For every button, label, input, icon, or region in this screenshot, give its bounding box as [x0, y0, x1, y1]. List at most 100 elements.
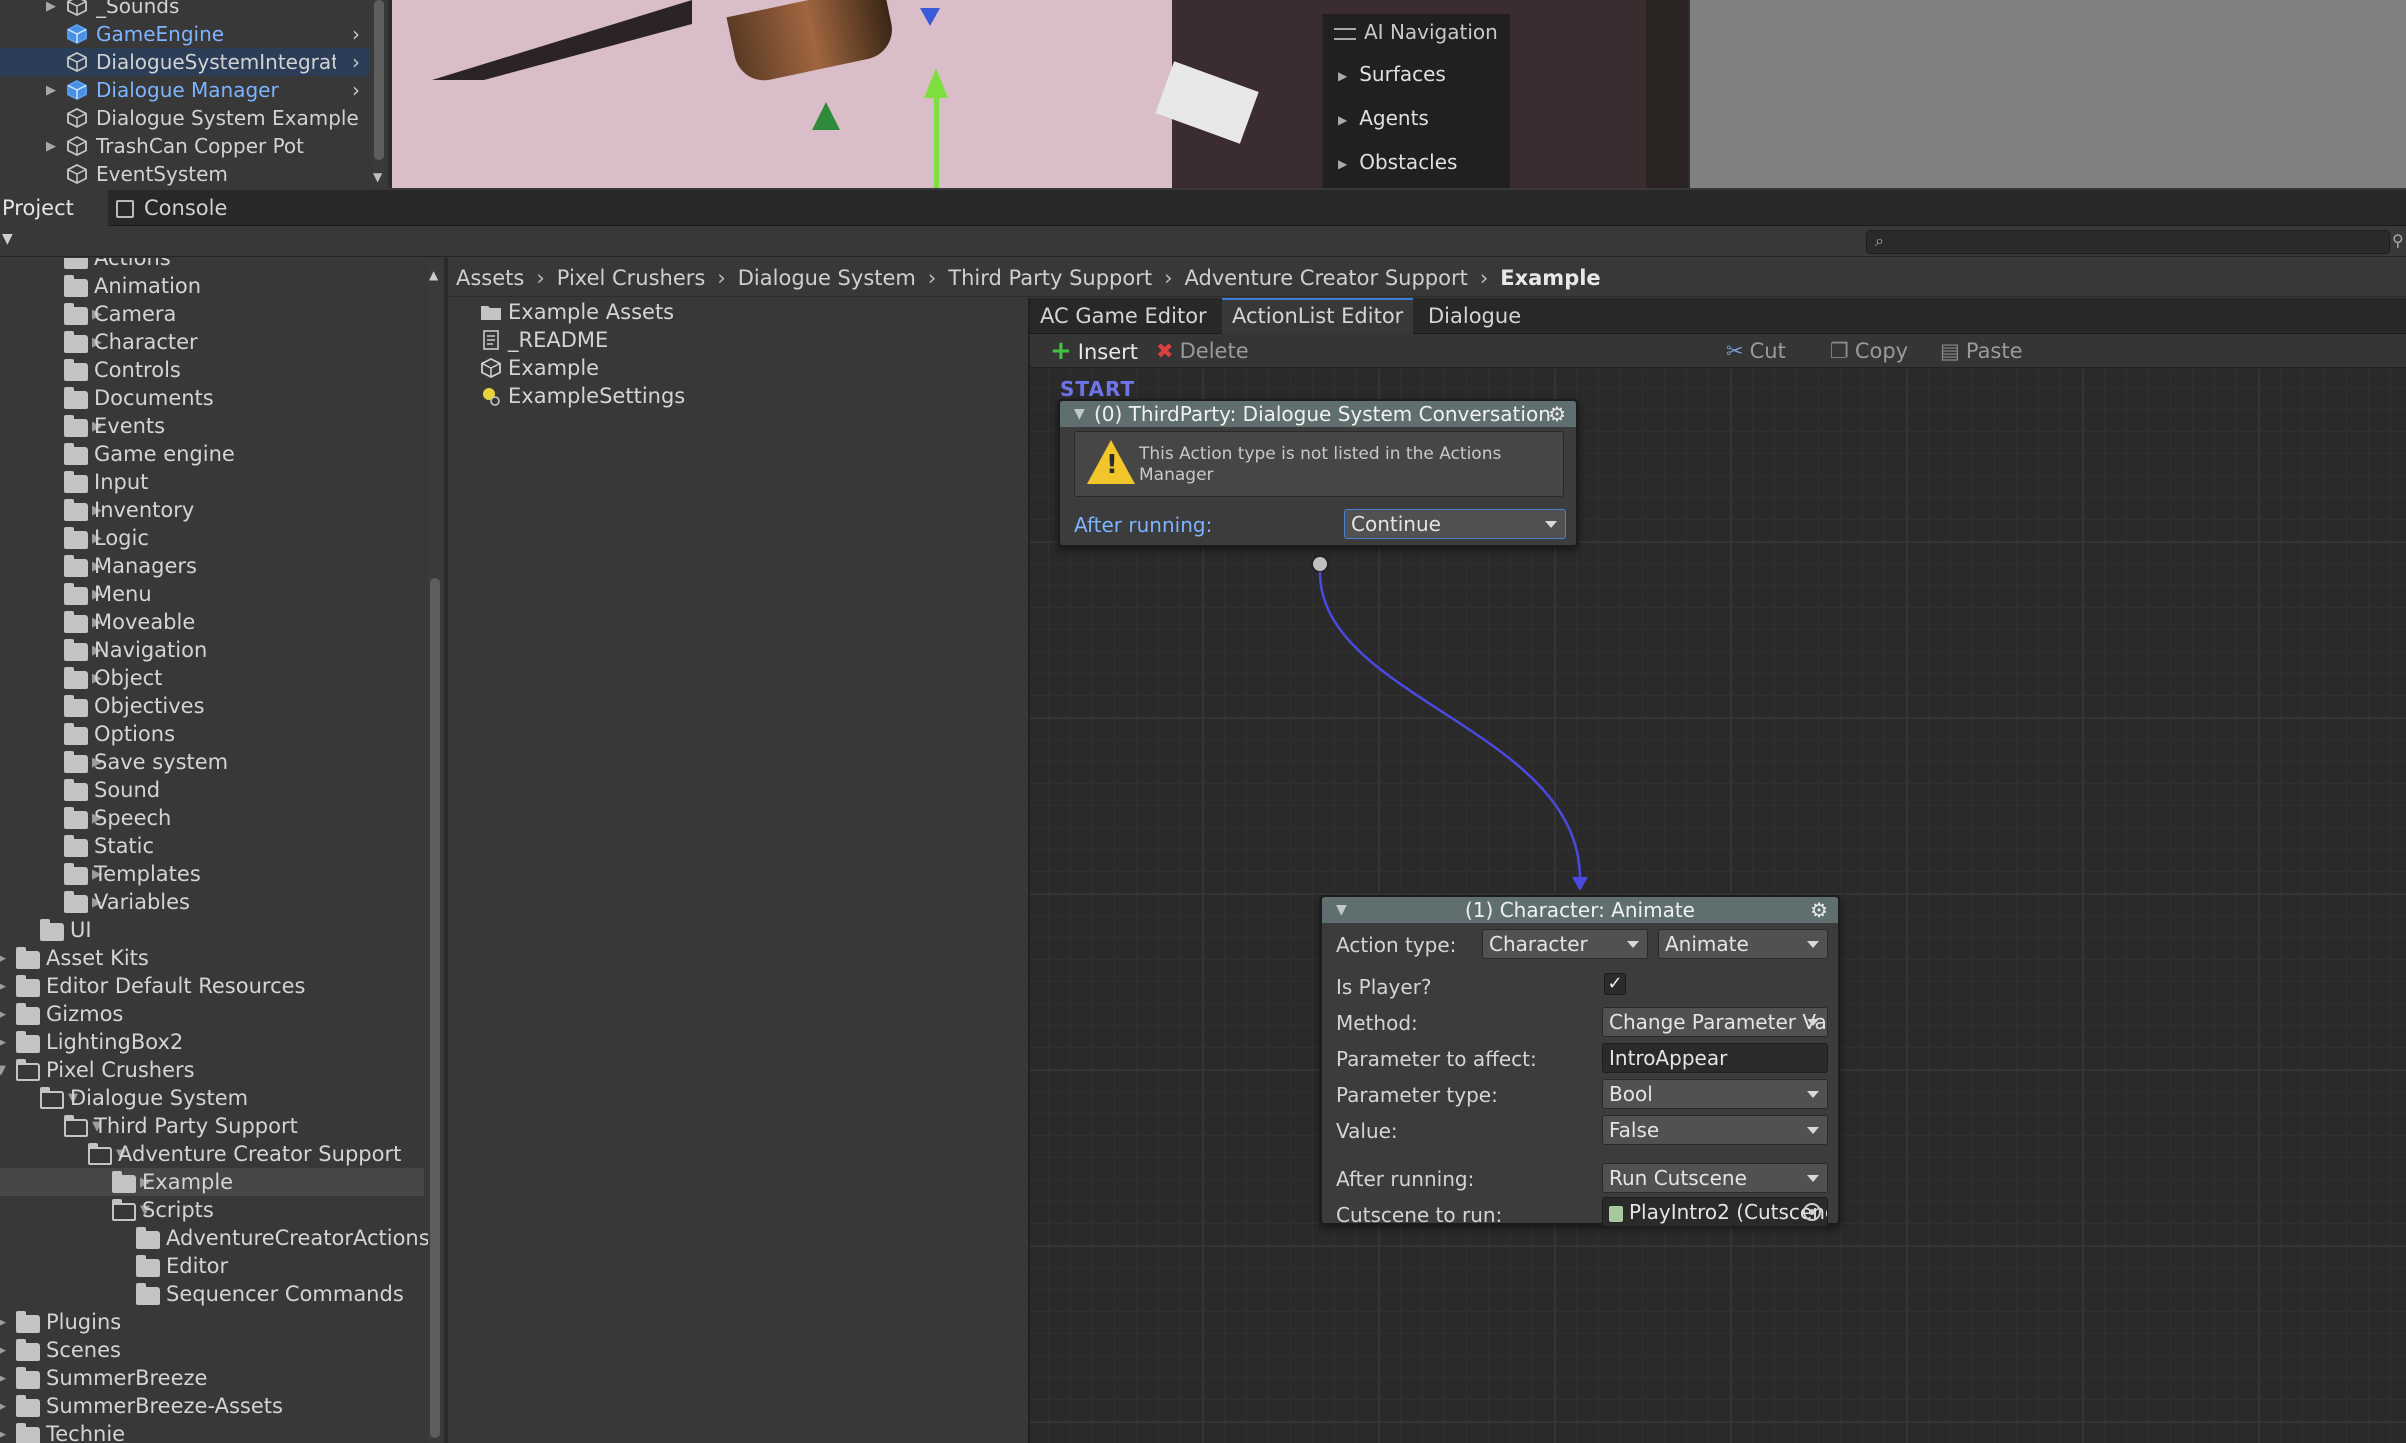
- folder-item[interactable]: ▶ Menu: [0, 580, 424, 608]
- tab-ac-game-editor[interactable]: AC Game Editor: [1030, 298, 1217, 334]
- hierarchy-scrollbar[interactable]: ▼: [372, 0, 386, 188]
- folder-item[interactable]: ▼ Scripts: [0, 1196, 424, 1224]
- move-gizmo-y-arrow-icon[interactable]: [924, 68, 948, 98]
- action-node-1[interactable]: ▼ (1) Character: Animate ⚙ Action type: …: [1320, 895, 1840, 1227]
- folder-item[interactable]: ▶ Templates: [0, 860, 424, 888]
- expand-arrow-icon[interactable]: ▶: [0, 1399, 6, 1414]
- node-link[interactable]: [1318, 571, 1582, 880]
- folder-item[interactable]: ▶ Asset Kits: [0, 944, 424, 972]
- folder-item[interactable]: ▶ Managers: [0, 552, 424, 580]
- folder-item[interactable]: Editor: [0, 1252, 424, 1280]
- folder-item[interactable]: ▶ Navigation: [0, 636, 424, 664]
- action-node-0[interactable]: ▼ (0) ThirdParty: Dialogue System Conver…: [1058, 399, 1578, 547]
- folder-item[interactable]: ▶ Scenes: [0, 1336, 424, 1364]
- action-subtype-dropdown[interactable]: Animate: [1658, 929, 1828, 959]
- create-dropdown-icon[interactable]: ▼: [2, 231, 13, 247]
- folder-item[interactable]: Sound: [0, 776, 424, 804]
- expand-arrow-icon[interactable]: ▶: [0, 1035, 6, 1050]
- folder-item[interactable]: ▼ Adventure Creator Support: [0, 1140, 424, 1168]
- folder-item[interactable]: ▶ Editor Default Resources: [0, 972, 424, 1000]
- folder-item[interactable]: Sequencer Commands: [0, 1280, 424, 1308]
- hierarchy-item[interactable]: EventSystem: [0, 160, 370, 188]
- tree-scrollbar[interactable]: ▲: [428, 258, 442, 1443]
- folder-item[interactable]: ▶ LightingBox2: [0, 1028, 424, 1056]
- paste-button[interactable]: ▤ Paste: [1940, 338, 2023, 364]
- tree-scroll-thumb[interactable]: [430, 578, 440, 1438]
- collapse-triangle-icon[interactable]: ▼: [1074, 401, 1085, 427]
- hierarchy-item[interactable]: DialogueSystemIntegrationCor ›: [0, 48, 370, 76]
- after-running-dropdown[interactable]: Continue: [1344, 509, 1566, 539]
- is-player-checkbox[interactable]: ✓: [1604, 973, 1626, 995]
- panel-splitter[interactable]: [444, 258, 448, 1443]
- value-dropdown[interactable]: False: [1602, 1115, 1828, 1145]
- chevron-right-icon[interactable]: ›: [352, 50, 360, 74]
- cut-button[interactable]: ✂ Cut: [1726, 338, 1786, 364]
- folder-item[interactable]: Documents: [0, 384, 424, 412]
- gear-icon[interactable]: ⚙: [1548, 401, 1566, 427]
- folder-item[interactable]: AdventureCreatorActions: [0, 1224, 428, 1252]
- ai-nav-obstacles[interactable]: Obstacles: [1338, 150, 1457, 174]
- collapse-arrow-icon[interactable]: ▼: [0, 1063, 6, 1078]
- expand-arrow-icon[interactable]: ▶: [0, 1007, 6, 1022]
- folder-item[interactable]: ▶ Moveable: [0, 608, 424, 636]
- folder-item[interactable]: ▶ Plugins: [0, 1308, 424, 1336]
- hierarchy-item[interactable]: ▶ _Sounds: [0, 0, 370, 20]
- breadcrumb-item[interactable]: Example: [1500, 266, 1600, 290]
- ai-nav-surfaces[interactable]: Surfaces: [1338, 62, 1446, 86]
- folder-item[interactable]: ▶ Technie: [0, 1420, 424, 1443]
- node-1-header[interactable]: ▼ (1) Character: Animate ⚙: [1322, 897, 1838, 923]
- ai-navigation-title[interactable]: AI Navigation: [1334, 20, 1498, 44]
- breadcrumb-item[interactable]: Assets: [456, 266, 524, 290]
- breadcrumb-item[interactable]: Third Party Support: [948, 266, 1152, 290]
- hierarchy-item[interactable]: ▶ TrashCan Copper Pot: [0, 132, 370, 160]
- folder-item[interactable]: ▶ SummerBreeze: [0, 1364, 424, 1392]
- tab-project[interactable]: Project: [0, 190, 108, 226]
- node-0-header[interactable]: ▼ (0) ThirdParty: Dialogue System Conver…: [1060, 401, 1576, 427]
- expand-arrow-icon[interactable]: ▶: [0, 979, 6, 994]
- tab-actionlist-editor[interactable]: ActionList Editor: [1222, 298, 1414, 334]
- folder-item[interactable]: ▶ Gizmos: [0, 1000, 424, 1028]
- folder-item[interactable]: ▶ Speech: [0, 804, 424, 832]
- folder-item[interactable]: Animation: [0, 272, 424, 300]
- folder-item[interactable]: Controls: [0, 356, 424, 384]
- folder-item[interactable]: ▶ Logic: [0, 524, 424, 552]
- folder-item[interactable]: ▶ Save system: [0, 748, 424, 776]
- hierarchy-item[interactable]: ▶ Dialogue Manager ›: [0, 76, 370, 104]
- tab-console[interactable]: Console: [116, 190, 227, 226]
- folder-item[interactable]: Game engine: [0, 440, 424, 468]
- hierarchy-scroll-thumb[interactable]: [374, 0, 384, 160]
- parameter-to-affect-input[interactable]: IntroAppear: [1602, 1043, 1828, 1073]
- object-picker-icon[interactable]: [1803, 1203, 1821, 1221]
- tab-dialogue[interactable]: Dialogue: [1418, 298, 1531, 334]
- folder-item[interactable]: ▶ Inventory: [0, 496, 424, 524]
- folder-item[interactable]: ▶ Object: [0, 664, 424, 692]
- folder-item[interactable]: ▼ Pixel Crushers: [0, 1056, 424, 1084]
- lock-icon[interactable]: ⚲: [2392, 231, 2404, 250]
- parameter-type-dropdown[interactable]: Bool: [1602, 1079, 1828, 1109]
- cutscene-object-field[interactable]: PlayIntro2 (Cutscene): [1602, 1197, 1828, 1227]
- folder-item[interactable]: ▶ Events: [0, 412, 424, 440]
- method-dropdown[interactable]: Change Parameter Value: [1602, 1007, 1828, 1037]
- insert-button[interactable]: + Insert: [1050, 338, 1138, 364]
- expand-arrow-icon[interactable]: ▶: [0, 1343, 6, 1358]
- expand-arrow-icon[interactable]: ▶: [0, 951, 6, 966]
- breadcrumb-item[interactable]: Pixel Crushers: [557, 266, 706, 290]
- gear-icon[interactable]: ⚙: [1810, 897, 1828, 923]
- folder-item[interactable]: ▶ SummerBreeze-Assets: [0, 1392, 424, 1420]
- action-type-dropdown[interactable]: Character: [1482, 929, 1648, 959]
- expand-arrow-icon[interactable]: ▶: [46, 83, 56, 98]
- folder-item[interactable]: ▼ Third Party Support: [0, 1112, 424, 1140]
- expand-arrow-icon[interactable]: ▶: [46, 0, 56, 14]
- folder-item[interactable]: ▶ Character: [0, 328, 424, 356]
- after-running-dropdown[interactable]: Run Cutscene: [1602, 1163, 1828, 1193]
- delete-button[interactable]: ✖ Delete: [1156, 338, 1249, 364]
- folder-item[interactable]: ▶ Example: [0, 1168, 424, 1196]
- folder-item[interactable]: Static: [0, 832, 424, 860]
- folder-item[interactable]: UI: [0, 916, 424, 944]
- scroll-down-arrow-icon[interactable]: ▼: [373, 170, 382, 184]
- folder-item[interactable]: Objectives: [0, 692, 424, 720]
- folder-item[interactable]: Input: [0, 468, 424, 496]
- ai-nav-agents[interactable]: Agents: [1338, 106, 1429, 130]
- hierarchy-item[interactable]: Dialogue System Example M: [0, 104, 370, 132]
- project-search-input[interactable]: ⌕: [1866, 230, 2390, 254]
